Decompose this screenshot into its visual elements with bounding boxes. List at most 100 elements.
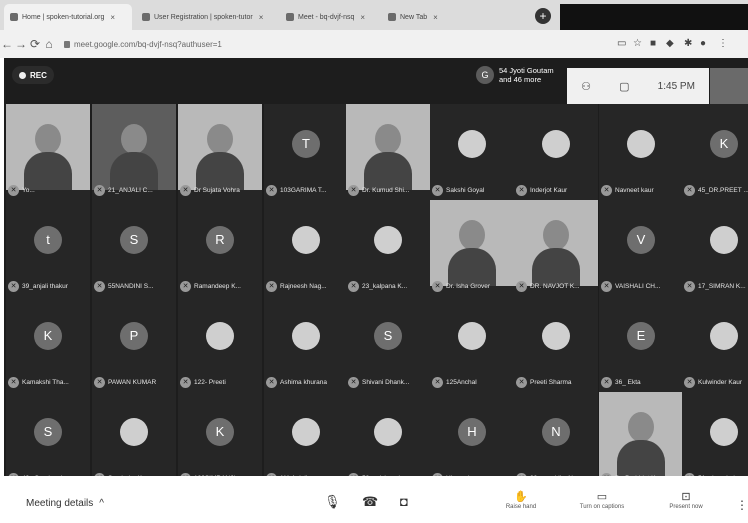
participant-tile[interactable]: T ✕ 103GARIMA T... xyxy=(264,104,348,200)
mic-muted-icon: ✕ xyxy=(684,281,695,292)
participant-tile[interactable]: ✕ Kulwinder Kaur xyxy=(682,296,748,392)
participant-name: 39_anjali thakur xyxy=(22,283,68,290)
browser-tab[interactable]: Home | spoken-tutorial.org × xyxy=(4,4,132,30)
url-text: meet.google.com/bq-dvjf-nsq?authuser=1 xyxy=(74,39,222,49)
participant-tile[interactable]: N✕20_vanshika N... xyxy=(514,392,598,488)
avatar: t xyxy=(34,226,62,254)
participant-tile[interactable]: S ✕ 55NANDINI S... xyxy=(92,200,176,296)
participant-tile[interactable]: ✕ Preeti Sharma xyxy=(514,296,598,392)
participant-tile[interactable]: ✕ Rajneesh Nag... xyxy=(264,200,348,296)
participant-tile[interactable]: ✕ DR. NAVJOT K... xyxy=(514,200,598,296)
participant-tile[interactable]: ✕58_vaishnavi ... xyxy=(346,392,430,488)
meeting-control-bar: Meeting details ^ 🎙 ☎ ◘ ✋ Raise hand ▭ T… xyxy=(0,476,748,523)
participant-tile[interactable]: ✕ 17_SIMRAN K... xyxy=(682,200,748,296)
participant-tile[interactable]: ✕ Yo... xyxy=(6,104,90,200)
participant-tile[interactable]: ✕Dr. Prabhjot K... xyxy=(599,392,683,488)
avatar xyxy=(710,418,738,446)
browser-tab[interactable]: User Registration | spoken-tutor × xyxy=(136,4,276,30)
close-tab-icon[interactable]: × xyxy=(433,13,438,22)
cast-icon[interactable]: ▭ xyxy=(617,38,626,49)
participant-tile[interactable]: S✕49_ Sandeepk... xyxy=(6,392,90,488)
person-head xyxy=(121,124,147,154)
raise-hand-button[interactable]: ✋ Raise hand xyxy=(489,490,553,510)
present-now-button[interactable]: ⊡ Present now xyxy=(654,490,718,510)
participant-tile[interactable]: ✕ 125Anchal xyxy=(430,296,514,392)
person-body xyxy=(448,248,496,286)
mic-muted-icon: ✕ xyxy=(94,185,105,196)
participant-tile[interactable]: V ✕ VAISHALI CH... xyxy=(599,200,683,296)
profile-icon[interactable]: ● xyxy=(700,38,706,49)
close-tab-icon[interactable]: × xyxy=(110,13,115,22)
participant-tile[interactable]: ✕51_chanchal xyxy=(682,392,748,488)
menu-icon[interactable]: ⋮ xyxy=(718,38,728,49)
participant-tile[interactable]: ✕ 23_kalpana K... xyxy=(346,200,430,296)
participant-name: Navneet kaur xyxy=(615,187,654,194)
person-head xyxy=(628,412,654,442)
microphone-icon[interactable]: 🎙 xyxy=(324,494,341,510)
participant-video xyxy=(92,104,176,190)
home-icon[interactable]: ⌂ xyxy=(42,37,56,51)
tab-title: Meet - bq-dvjf-nsq xyxy=(298,13,355,21)
participant-tile[interactable]: K✕133SIMRANJI... xyxy=(178,392,262,488)
raise-hand-label: Raise hand xyxy=(505,504,537,510)
participant-tile[interactable]: t ✕ 39_anjali thakur xyxy=(6,200,90,296)
participants-indicator[interactable]: G 54 Jyoti Goutam and 46 more xyxy=(476,66,554,84)
captions-button[interactable]: ▭ Turn on captions xyxy=(570,490,634,510)
participant-name: Shivani Dhank... xyxy=(362,379,410,386)
participant-tile[interactable]: ✕ Dr. Kumud Shi... xyxy=(346,104,430,200)
participant-tile[interactable]: ✕ Navneet kaur xyxy=(599,104,683,200)
participant-tile[interactable]: K ✕ Kamakshi Tha... xyxy=(6,296,90,392)
people-icon[interactable]: ⚇ xyxy=(581,80,591,93)
participant-tile[interactable]: ✕ Dr Sujata Vohra xyxy=(178,104,262,200)
participant-tile[interactable]: S ✕ Shivani Dhank... xyxy=(346,296,430,392)
participant-tile[interactable]: H✕Himanshu xyxy=(430,392,514,488)
mic-muted-icon: ✕ xyxy=(94,281,105,292)
participant-tile[interactable]: E ✕ 36_ Ekta xyxy=(599,296,683,392)
mic-muted-icon: ✕ xyxy=(266,185,277,196)
participant-tile[interactable]: ✕ Dr. Isha Grover xyxy=(430,200,514,296)
mic-muted-icon: ✕ xyxy=(180,185,191,196)
shield-icon[interactable]: ◆ xyxy=(666,38,674,49)
mic-muted-icon: ✕ xyxy=(94,377,105,388)
puzzle-icon[interactable]: ✱ xyxy=(684,38,692,49)
present-icon: ⊡ xyxy=(681,491,691,503)
forward-icon[interactable]: → xyxy=(14,37,28,51)
participant-tile[interactable]: P ✕ PAWAN KUMAR xyxy=(92,296,176,392)
avatar xyxy=(374,418,402,446)
avatar xyxy=(374,226,402,254)
more-options-icon[interactable]: ⋮ xyxy=(736,498,748,512)
back-icon[interactable]: ← xyxy=(0,37,14,51)
browser-tab[interactable]: Meet - bq-dvjf-nsq × xyxy=(280,4,378,30)
url-field[interactable]: meet.google.com/bq-dvjf-nsq?authuser=1 xyxy=(64,40,222,49)
participant-video xyxy=(430,200,514,286)
participant-name: PAWAN KUMAR xyxy=(108,379,157,386)
close-tab-icon[interactable]: × xyxy=(360,13,365,22)
participant-tile[interactable]: ✕ 21_ANJALI C... xyxy=(92,104,176,200)
participant-name: Ashima khurana xyxy=(280,379,327,386)
avatar xyxy=(542,322,570,350)
extension-icon[interactable]: ■ xyxy=(650,38,656,49)
participant-tile[interactable]: ✕ 122- Preeti xyxy=(178,296,262,392)
participant-video xyxy=(346,104,430,190)
participant-tile[interactable]: R ✕ Ramandeep K... xyxy=(178,200,262,296)
participant-tile[interactable]: ✕ Sakshi Goyal xyxy=(430,104,514,200)
participant-tile[interactable]: ✕111 Anjali xyxy=(264,392,348,488)
participant-name: Kulwinder Kaur xyxy=(698,379,743,386)
participant-tile[interactable]: ✕ Ashima khurana xyxy=(264,296,348,392)
browser-tab[interactable]: New Tab × xyxy=(382,4,464,30)
avatar: H xyxy=(458,418,486,446)
participant-tile[interactable]: ✕Suminder Kaur xyxy=(92,392,176,488)
camera-icon[interactable]: ◘ xyxy=(400,494,408,509)
close-tab-icon[interactable]: × xyxy=(259,13,264,22)
chat-icon[interactable]: ▢ xyxy=(619,80,629,93)
participant-name: Dr Sujata Vohra xyxy=(194,187,240,194)
star-icon[interactable]: ☆ xyxy=(633,38,642,49)
meeting-details-button[interactable]: Meeting details ^ xyxy=(26,498,104,509)
participant-tile[interactable]: K ✕ 45_DR.PREET ... xyxy=(682,104,748,200)
participant-tile[interactable]: ✕ Inderjot Kaur xyxy=(514,104,598,200)
participant-name: Dr. Isha Grover xyxy=(446,283,491,290)
reload-icon[interactable]: ⟳ xyxy=(28,37,42,51)
captions-icon: ▭ xyxy=(596,491,608,503)
new-tab-button[interactable]: + xyxy=(535,8,551,24)
hang-up-icon[interactable]: ☎ xyxy=(362,494,378,510)
